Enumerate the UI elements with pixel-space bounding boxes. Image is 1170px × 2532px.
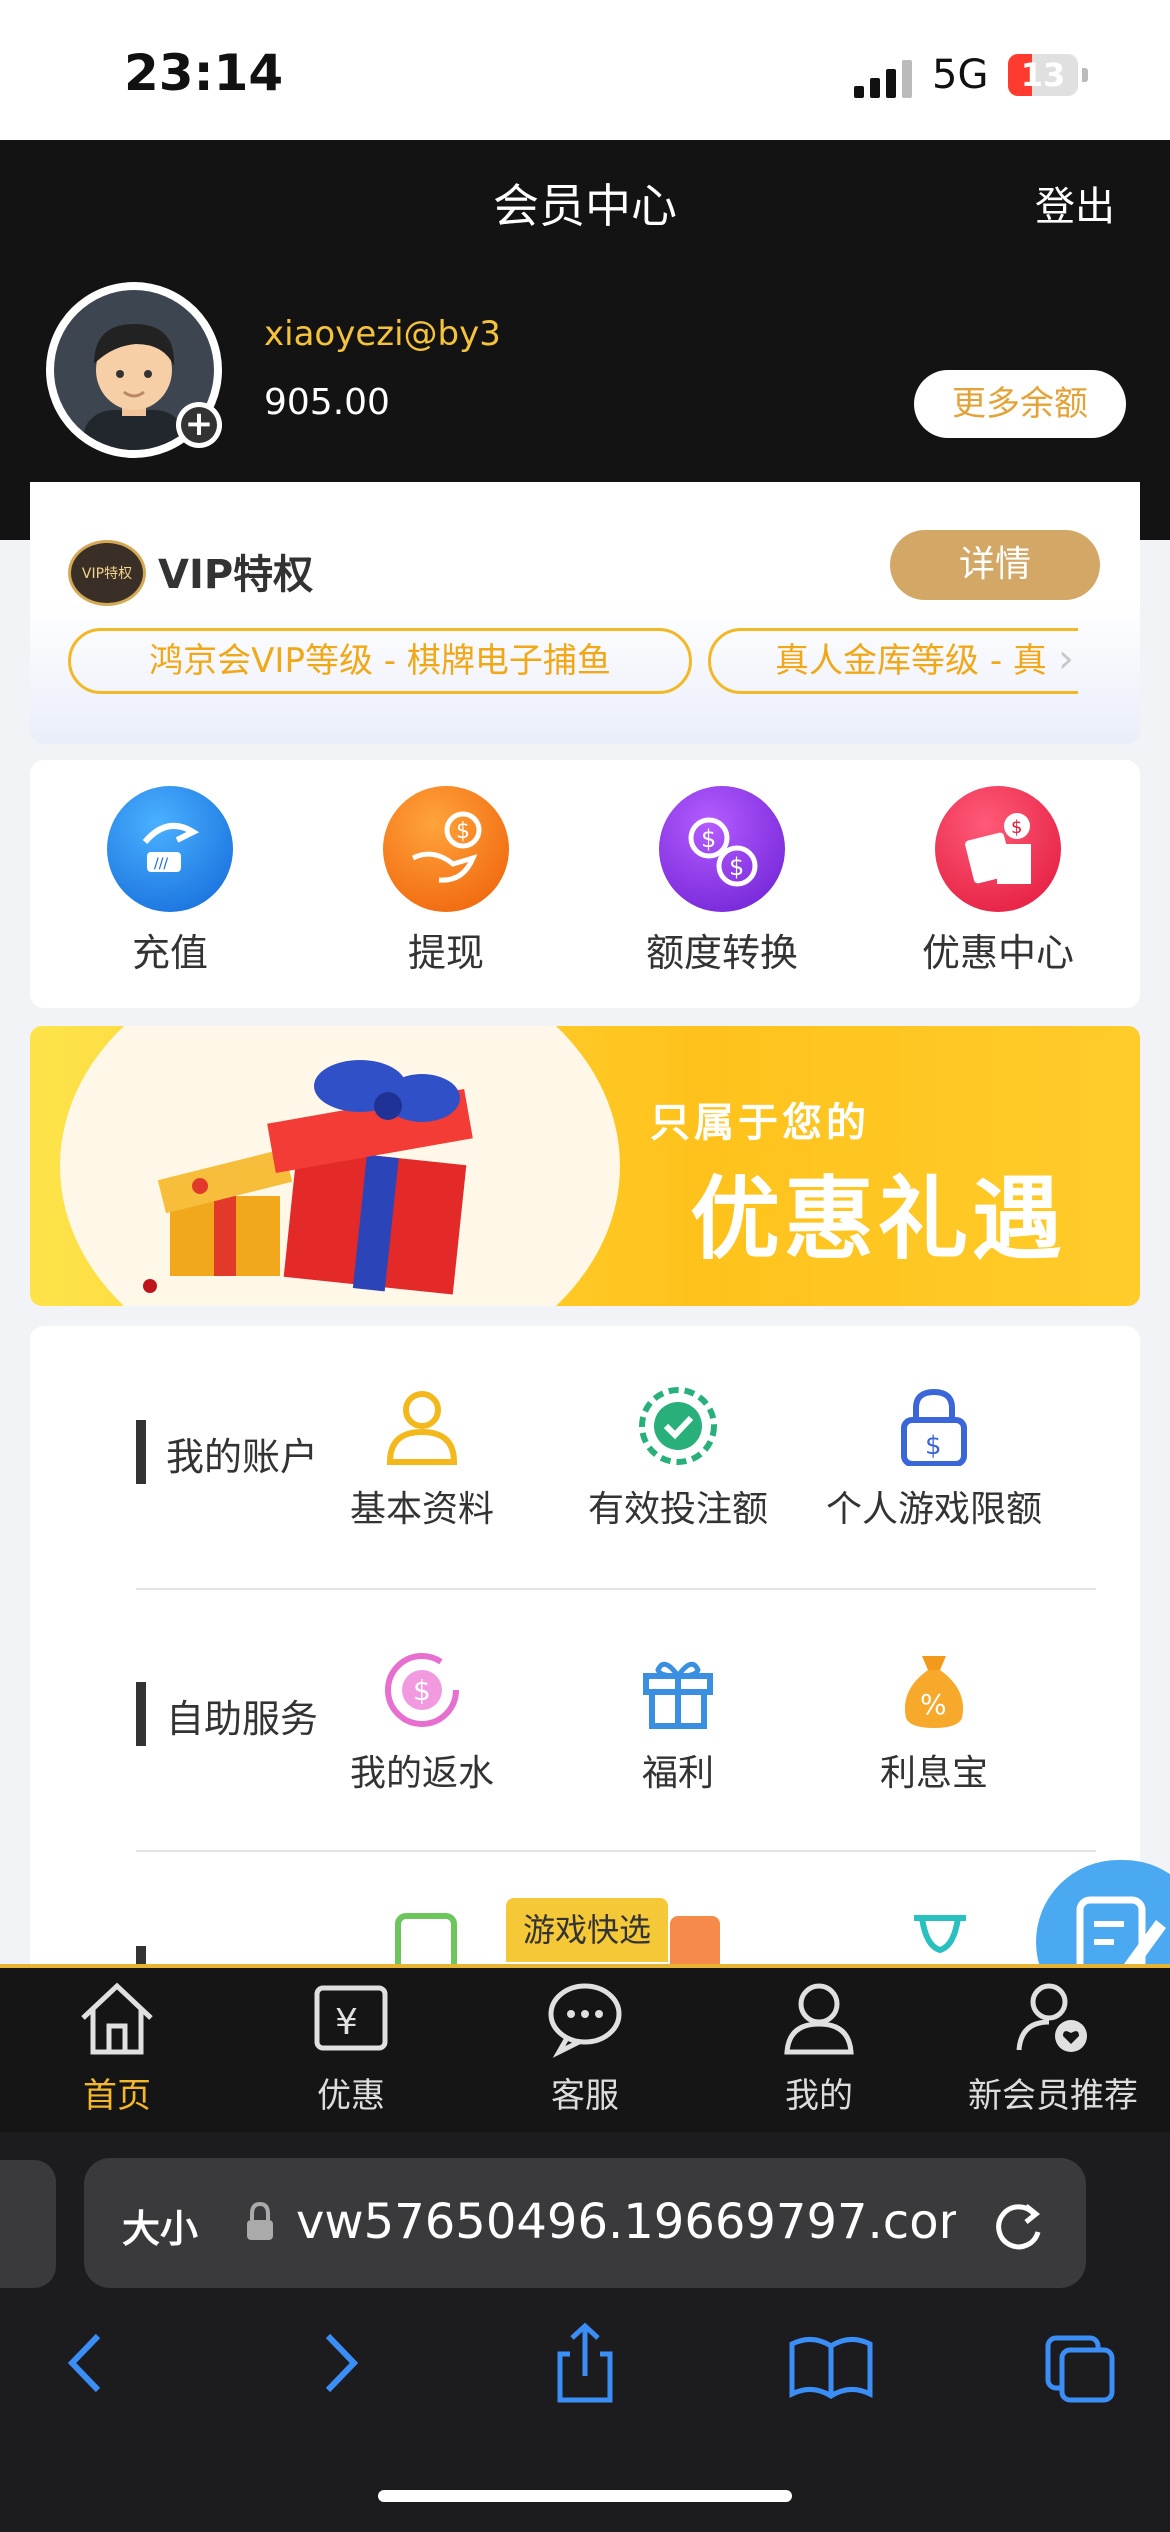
section-marker	[136, 1420, 146, 1484]
svg-text:$: $	[456, 819, 470, 844]
withdraw-icon: $	[383, 786, 509, 912]
banner-subtitle: 只属于您的	[650, 1100, 870, 1146]
rebate-icon: $	[382, 1650, 462, 1730]
url-text[interactable]: vw57650496.19669797.com	[296, 2194, 956, 2250]
quick-games-tab[interactable]: 游戏快选	[506, 1898, 668, 1962]
promo-center-icon: $	[935, 786, 1061, 912]
profile-button[interactable]: 基本资料	[302, 1386, 542, 1532]
section-marker	[136, 1682, 146, 1746]
battery-icon: 13	[1008, 54, 1078, 96]
battery-level: 13	[1020, 56, 1066, 94]
svg-text:$: $	[413, 1674, 431, 1707]
network-type: 5G	[932, 52, 989, 98]
gift-box-icon	[143, 1060, 473, 1295]
deposit-icon: ///	[107, 786, 233, 912]
text-size-button[interactable]: 大小	[122, 2198, 198, 2253]
chevron-right-icon[interactable]: ›	[1058, 636, 1074, 682]
lock-icon: $	[894, 1386, 974, 1467]
battery-tip	[1082, 68, 1088, 82]
divider	[136, 1850, 1096, 1852]
username: xiaoyezi@by3	[264, 314, 501, 354]
back-icon[interactable]	[40, 2318, 130, 2408]
transfer-icon: $ $	[659, 786, 785, 912]
gift-icon	[638, 1650, 718, 1730]
svg-text:$: $	[729, 853, 744, 881]
home-indicator[interactable]	[378, 2490, 792, 2502]
previous-tab-preview[interactable]	[0, 2160, 56, 2288]
deposit-button[interactable]: /// 充值	[32, 786, 308, 977]
logout-button[interactable]: 登出	[1035, 174, 1115, 232]
tabs-icon[interactable]	[1036, 2318, 1126, 2408]
vip-level-pill[interactable]: 真人金库等级 - 真	[708, 628, 1078, 694]
chat-icon	[548, 1983, 622, 2058]
svg-text:///: ///	[154, 856, 168, 872]
tab-promotions[interactable]: ¥ 优惠	[234, 1978, 468, 2117]
vip-levels-scroller[interactable]: 鸿京会VIP等级 - 棋牌电子捕鱼 真人金库等级 - 真	[68, 628, 1078, 696]
tab-home[interactable]: 首页	[0, 1978, 234, 2117]
add-avatar-icon[interactable]: +	[176, 402, 222, 448]
card-game-icon	[395, 1913, 457, 1966]
interest-bag-icon: %	[894, 1650, 974, 1730]
vip-title: VIP特权	[158, 552, 314, 598]
vip-level-pill[interactable]: 鸿京会VIP等级 - 棋牌电子捕鱼	[68, 628, 692, 694]
banner-title: 优惠礼遇	[690, 1167, 1066, 1272]
user-heart-icon	[1016, 1983, 1087, 2052]
bookmarks-icon[interactable]	[786, 2318, 876, 2408]
tab-customer-service[interactable]: 客服	[468, 1978, 702, 2117]
game-limit-button[interactable]: $ 个人游戏限额	[814, 1386, 1054, 1532]
promo-center-button[interactable]: $ 优惠中心	[860, 786, 1136, 977]
svg-text:$: $	[701, 825, 716, 853]
transfer-button[interactable]: $ $ 额度转换	[584, 786, 860, 977]
reload-icon[interactable]	[990, 2196, 1050, 2256]
divider	[136, 1588, 1096, 1590]
page-title: 会员中心	[493, 179, 677, 233]
status-time: 23:14	[124, 44, 284, 102]
svg-text:¥: ¥	[335, 2002, 358, 2043]
services-card: 我的账户 基本资料 有效投注额 $ 个人游戏限额 自助服务 $ 我的返水 福利 …	[30, 1326, 1140, 1976]
section-title-account: 我的账户	[166, 1435, 319, 1479]
vip-detail-button[interactable]: 详情	[890, 530, 1100, 600]
forward-icon[interactable]	[296, 2318, 386, 2408]
tab-referral[interactable]: 新会员推荐	[936, 1978, 1170, 2117]
balance-amount: 905.00	[264, 382, 390, 423]
trophy-icon	[914, 1915, 966, 1954]
withdraw-button[interactable]: $ 提现	[308, 786, 584, 977]
share-icon[interactable]	[540, 2318, 630, 2408]
welfare-button[interactable]: 福利	[558, 1650, 798, 1796]
interest-button[interactable]: % 利息宝	[814, 1650, 1054, 1796]
lock-icon	[247, 2202, 273, 2240]
section-title-self-service: 自助服务	[166, 1697, 319, 1741]
vip-card	[30, 482, 1140, 744]
rebate-button[interactable]: $ 我的返水	[302, 1650, 542, 1796]
tab-mine[interactable]: 我的	[702, 1978, 936, 2117]
valid-bet-button[interactable]: 有效投注额	[558, 1386, 798, 1532]
svg-text:$: $	[1011, 817, 1022, 838]
user-icon	[784, 1983, 854, 2055]
valid-bet-icon	[638, 1386, 718, 1466]
signal-icon	[854, 60, 912, 98]
promo-banner[interactable]: 只属于您的 优惠礼遇	[30, 1026, 1140, 1306]
more-balance-button[interactable]: 更多余额	[914, 370, 1126, 438]
user-icon	[382, 1386, 462, 1466]
vip-badge-icon: VIP特权	[68, 540, 146, 606]
svg-text:$: $	[925, 1431, 942, 1461]
home-icon	[81, 1982, 153, 2055]
voucher-icon: ¥	[314, 1985, 388, 2051]
svg-text:%: %	[920, 1688, 947, 1721]
